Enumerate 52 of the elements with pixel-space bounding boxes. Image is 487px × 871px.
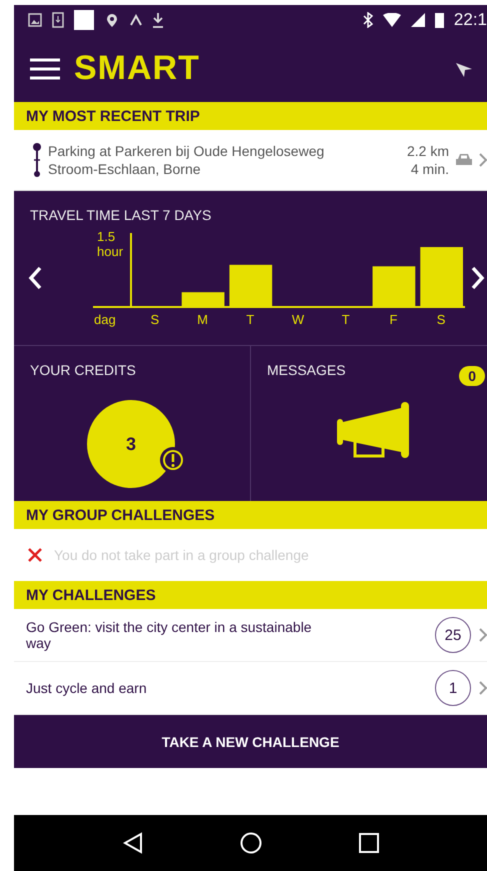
credits-circle[interactable]: 3 [87, 400, 175, 488]
menu-icon[interactable] [30, 56, 60, 80]
clock: 22:1 [454, 10, 487, 30]
x-tick-label: S [150, 312, 159, 327]
section-header: MY MOST RECENT TRIP [14, 102, 487, 130]
challenge-title: Go Green: visit the city center in a sustainable way [26, 618, 313, 652]
x-tick-label: F [388, 312, 397, 327]
caret-up-icon [130, 14, 142, 26]
app-logo: SMART [74, 49, 200, 88]
x-tick-label: S [436, 312, 445, 327]
x-tick-label: T [246, 312, 254, 327]
trip-duration: 4 min. [410, 161, 449, 177]
chart-bar [372, 266, 415, 306]
challenge-title: Just cycle and earn [26, 680, 148, 696]
image-icon [28, 13, 42, 27]
download-icon [52, 12, 64, 28]
route-icon [32, 141, 42, 179]
home-icon[interactable] [240, 832, 262, 854]
trip-distance: 2.2 km [406, 143, 449, 159]
tile-title: YOUR CREDITS [30, 362, 136, 378]
points-circle: 25 [435, 617, 471, 653]
recents-icon[interactable] [358, 833, 378, 853]
section-header: MY GROUP CHALLENGES [14, 501, 487, 529]
x-tick-label: M [196, 312, 208, 327]
y-axis-label: hour [96, 244, 123, 259]
square-icon [74, 10, 94, 30]
x-tick-label: T [341, 312, 350, 327]
location-icon [104, 13, 120, 27]
new-challenge-button[interactable]: TAKE A NEW CHALLENGE [14, 715, 487, 768]
chart-bar [181, 292, 224, 306]
chart-bar [228, 264, 272, 306]
signal-icon [410, 13, 425, 27]
wifi-icon [382, 13, 401, 27]
tile-title: MESSAGES [267, 362, 346, 378]
car-icon [455, 153, 473, 167]
bluetooth-icon [362, 12, 373, 28]
chart-title: TRAVEL TIME LAST 7 DAYS [29, 207, 212, 223]
section-header: MY CHALLENGES [14, 581, 487, 609]
chevron-left-icon[interactable] [28, 266, 42, 290]
y-axis-value: 1.5 [96, 229, 115, 244]
x-axis-label: dag [94, 312, 116, 327]
download-icon [152, 12, 164, 28]
battery-icon [434, 12, 444, 28]
trip-destination: Stroom-Eschlaan, Borne [48, 161, 202, 177]
points-circle: 1 [435, 670, 471, 706]
x-tick-label: W [291, 312, 304, 327]
trip-origin: Parking at Parkeren bij Oude Hengeloseweg [48, 143, 326, 159]
message-count: 0 [459, 366, 485, 386]
challenge-row[interactable]: Go Green: visit the city center in a sustainable way 25 [14, 609, 487, 662]
close-icon [28, 548, 42, 562]
back-icon[interactable] [122, 832, 142, 854]
chart-bar [420, 247, 462, 306]
